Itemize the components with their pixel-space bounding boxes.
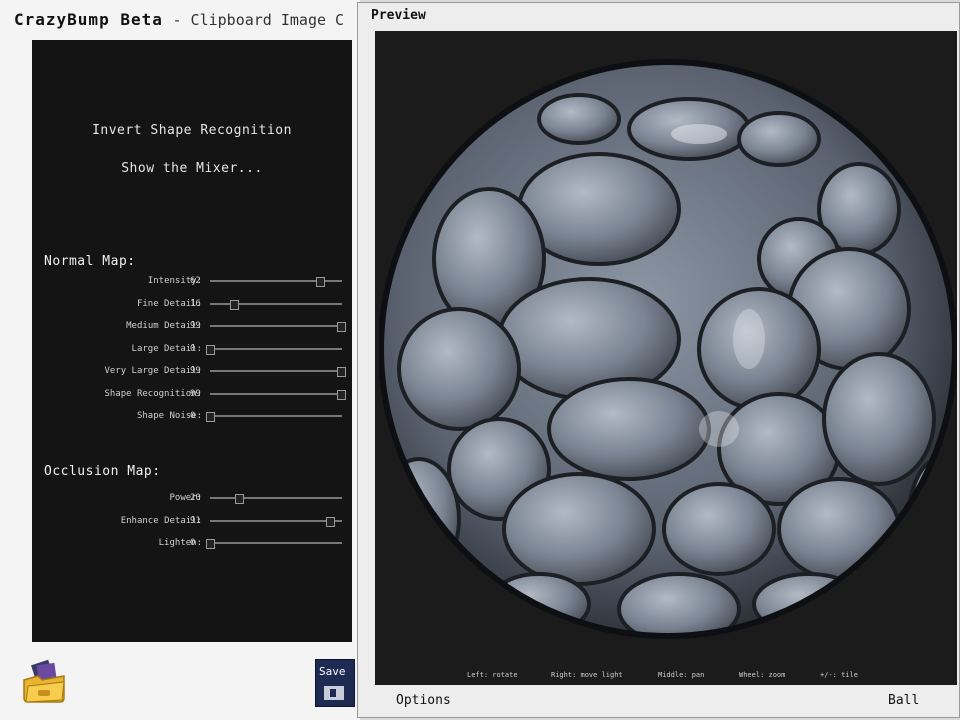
slider-thumb[interactable] (336, 389, 346, 400)
save-label: Save (319, 665, 346, 678)
slider-row: Fine Detail: 16 (32, 297, 352, 311)
slider-row: Enhance Detail: 91 (32, 514, 352, 528)
slider-track[interactable] (210, 494, 342, 504)
app-title: CrazyBump Beta (14, 10, 163, 29)
slider-thumb[interactable] (229, 299, 239, 310)
slider-label: Shape Recognition: (104, 388, 202, 399)
show-mixer-link[interactable]: Show the Mixer... (32, 161, 352, 176)
hint-move-light: Right: move light (551, 671, 623, 679)
preview-window: Preview Left: rotate Right: move light M… (357, 2, 960, 718)
slider-track[interactable] (206, 539, 342, 549)
slider-value: 99 (190, 321, 201, 331)
slider-thumb[interactable] (206, 412, 215, 422)
open-folder-icon[interactable] (20, 658, 68, 706)
hint-tile: +/-: tile (820, 671, 858, 679)
slider-thumb[interactable] (206, 344, 215, 355)
slider-row: Very Large Detail: 99 (32, 364, 352, 378)
settings-panel: Invert Shape Recognition Show the Mixer.… (32, 40, 352, 642)
slider-track[interactable] (210, 277, 342, 287)
occlusion-map-header: Occlusion Map: (44, 464, 161, 479)
slider-thumb[interactable] (336, 367, 346, 377)
slider-value: 99 (190, 366, 201, 376)
preview-viewport[interactable]: Left: rotate Right: move light Middle: p… (375, 31, 957, 685)
disk-icon (324, 686, 344, 700)
slider-row: Lighten: 0 (32, 536, 352, 550)
hint-rotate: Left: rotate (467, 671, 518, 679)
slider-thumb[interactable] (206, 539, 215, 549)
slider-row: Power: 20 (32, 491, 352, 505)
slider-track[interactable] (210, 516, 342, 527)
preview-title: Preview (371, 8, 426, 23)
slider-value: 0 (190, 538, 196, 548)
slider-thumb[interactable] (315, 277, 325, 287)
slider-track[interactable] (206, 344, 342, 355)
slider-thumb[interactable] (235, 494, 245, 504)
slider-label: Very Large Detail: (104, 366, 202, 376)
slider-value: 0 (190, 343, 196, 354)
slider-label: Lighten: (158, 538, 202, 548)
window-subtitle: - Clipboard Image C (172, 11, 345, 29)
slider-value: 99 (190, 388, 201, 399)
slider-row: Shape Recognition: 99 (32, 387, 352, 401)
slider-value: 0 (190, 411, 196, 421)
slider-value: 91 (190, 515, 201, 526)
save-button[interactable]: Save (315, 659, 355, 707)
invert-shape-recognition-link[interactable]: Invert Shape Recognition (32, 123, 352, 138)
slider-value: 20 (190, 493, 201, 503)
options-button[interactable]: Options (396, 693, 451, 708)
slider-track[interactable] (210, 367, 346, 377)
ball-button[interactable]: Ball (888, 693, 919, 708)
slider-track[interactable] (206, 412, 342, 422)
navigation-hints: Left: rotate Right: move light Middle: p… (375, 671, 957, 683)
slider-row: Large Detail: 0 (32, 342, 352, 356)
slider-thumb[interactable] (326, 516, 336, 527)
slider-row: Shape Noise: 0 (32, 409, 352, 423)
stone-sphere-render[interactable] (379, 59, 957, 639)
slider-track[interactable] (210, 322, 346, 332)
slider-track[interactable] (210, 389, 346, 400)
normal-map-header: Normal Map: (44, 254, 136, 269)
main-window: CrazyBump Beta - Clipboard Image C Inver… (0, 0, 360, 720)
slider-thumb[interactable] (336, 322, 346, 332)
slider-value: 62 (190, 276, 201, 286)
slider-track[interactable] (210, 299, 342, 310)
slider-row: Medium Detail: 99 (32, 319, 352, 333)
window-title-bar: CrazyBump Beta - Clipboard Image C (14, 10, 359, 32)
hint-zoom: Wheel: zoom (739, 671, 786, 679)
slider-row: Intensity: 62 (32, 274, 352, 288)
slider-value: 16 (190, 298, 201, 309)
hint-pan: Middle: pan (658, 671, 705, 679)
